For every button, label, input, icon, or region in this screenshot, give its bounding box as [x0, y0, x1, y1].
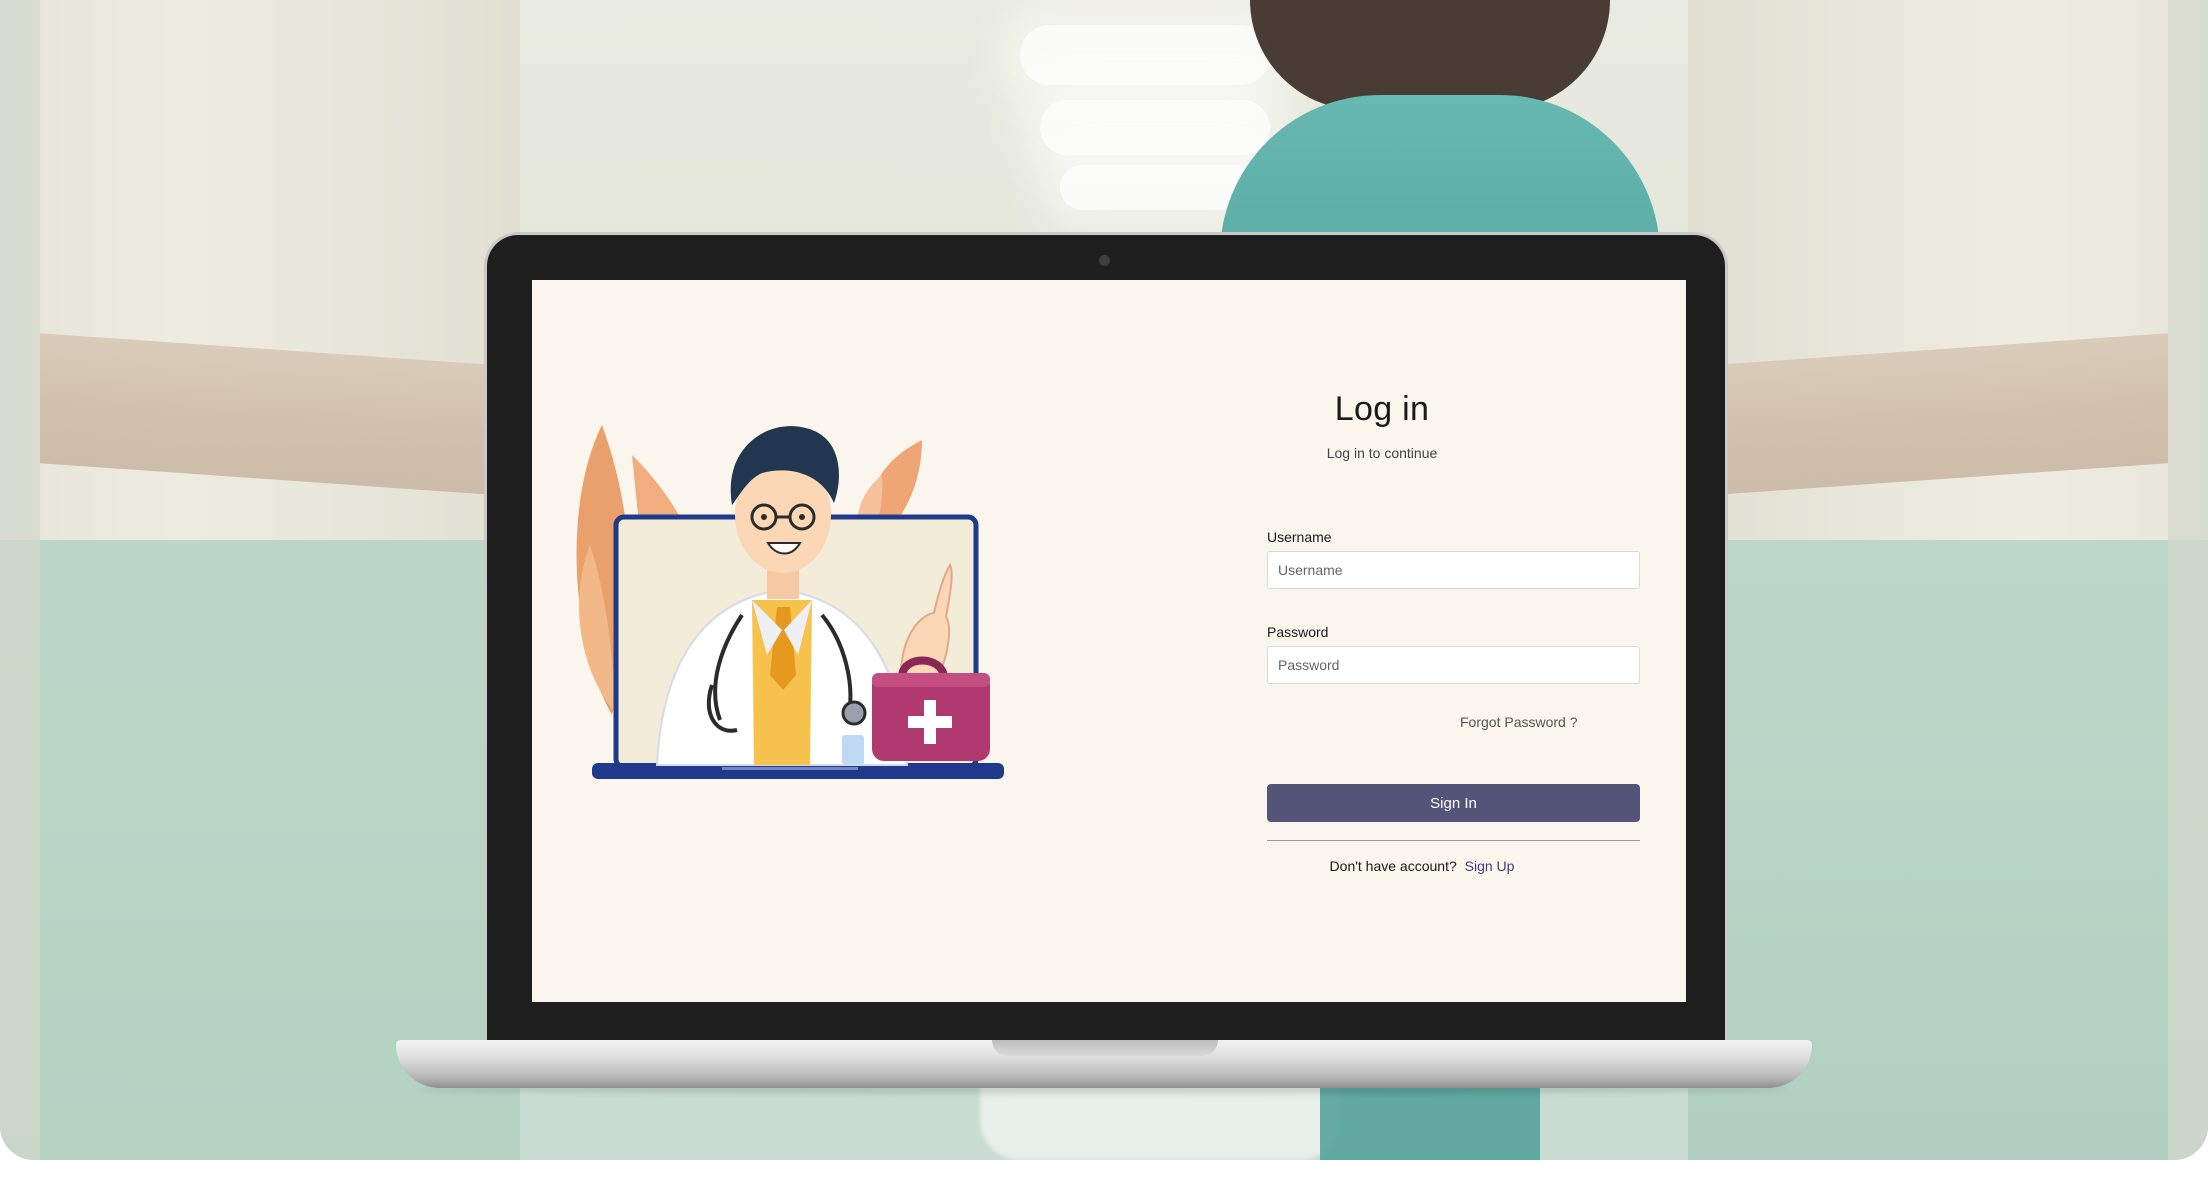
password-label: Password — [1267, 624, 1329, 640]
kit-cross — [908, 716, 952, 728]
forgot-password-link[interactable]: Forgot Password ? — [1460, 714, 1578, 730]
kit-lid — [872, 673, 990, 687]
ceiling-light — [1040, 100, 1270, 155]
ceiling-light — [1020, 25, 1270, 85]
page-subtitle: Log in to continue — [1326, 445, 1438, 461]
eye — [761, 514, 767, 520]
sign-up-link[interactable]: Sign Up — [1465, 858, 1515, 874]
username-input[interactable] — [1267, 551, 1640, 589]
webcam-dot-icon — [1099, 255, 1110, 266]
eye — [799, 514, 805, 520]
login-screen: Log in Log in to continue Username Passw… — [532, 280, 1686, 1002]
password-input[interactable] — [1267, 646, 1640, 684]
monitor-base-highlight — [722, 767, 858, 770]
laptop-hinge-notch — [992, 1040, 1218, 1056]
nurse-hair — [1250, 0, 1610, 110]
left-pillar — [0, 0, 40, 1160]
signup-prompt: Don't have account? Sign Up — [1267, 858, 1577, 874]
stethoscope-chestpiece — [841, 700, 867, 726]
page-title: Log in — [1334, 390, 1430, 428]
pocket-pen — [842, 735, 864, 765]
username-label: Username — [1267, 529, 1332, 545]
no-account-text: Don't have account? — [1329, 858, 1457, 874]
right-pillar — [2168, 0, 2208, 1160]
doctor-on-laptop-illustration — [576, 425, 1004, 779]
sign-in-button[interactable]: Sign In — [1267, 784, 1640, 822]
form-divider — [1267, 840, 1640, 841]
